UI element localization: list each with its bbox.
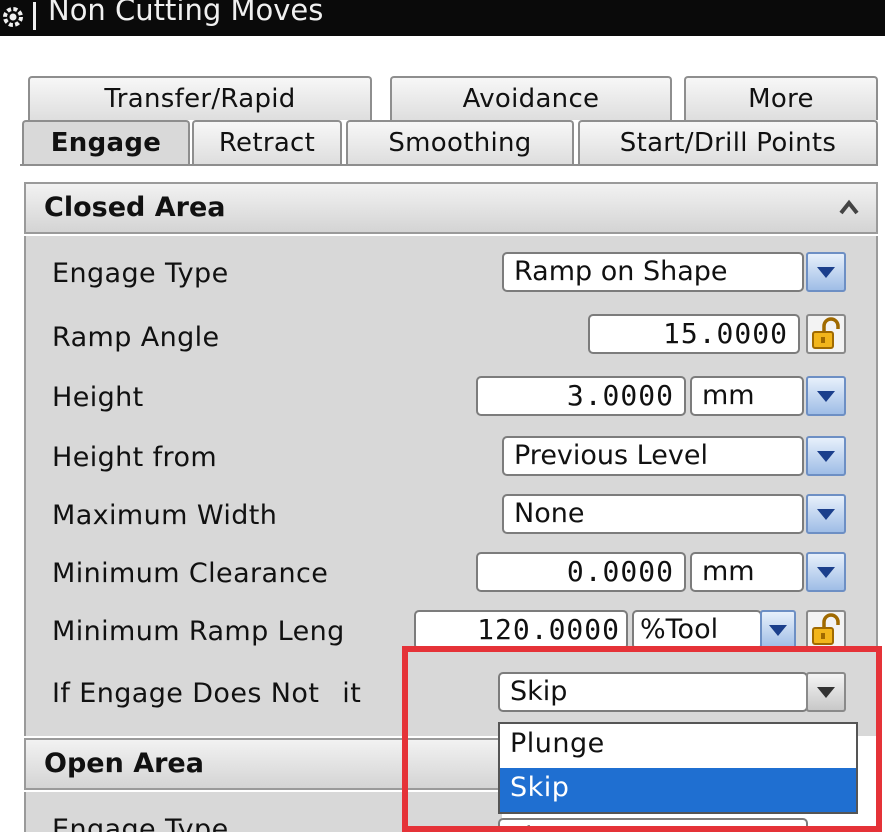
open-area-engage-type-label: Engage Type bbox=[52, 814, 229, 832]
if-engage-label-right: it bbox=[342, 678, 362, 709]
minimum-ramp-length-input[interactable]: 120.0000 bbox=[414, 610, 628, 650]
height-from-label: Height from bbox=[52, 442, 218, 473]
tab-start-drill-points[interactable]: Start/Drill Points bbox=[578, 120, 878, 164]
tab-transfer-rapid[interactable]: Transfer/Rapid bbox=[28, 76, 372, 120]
chevron-down-icon bbox=[817, 687, 835, 698]
option-plunge[interactable]: Plunge bbox=[500, 724, 856, 768]
tab-retract[interactable]: Retract bbox=[192, 120, 342, 164]
window-title-bar: Non Cutting Moves bbox=[0, 0, 885, 36]
engage-type-dropdown-button[interactable] bbox=[806, 252, 846, 292]
height-from-select[interactable]: Previous Level bbox=[502, 436, 804, 476]
ramp-angle-label: Ramp Angle bbox=[52, 322, 220, 353]
height-label: Height bbox=[52, 382, 144, 413]
if-engage-label-left: If Engage Does Not bbox=[52, 678, 329, 709]
gear-icon[interactable] bbox=[2, 6, 24, 28]
maximum-width-dropdown-button[interactable] bbox=[806, 494, 846, 534]
chevron-down-icon bbox=[769, 625, 787, 636]
closed-area-body bbox=[24, 236, 878, 736]
minimum-ramp-length-unit-dropdown-button[interactable] bbox=[760, 610, 796, 650]
tab-more[interactable]: More bbox=[684, 76, 878, 120]
closed-area-header[interactable]: Closed Area bbox=[24, 182, 878, 234]
chevron-down-icon bbox=[817, 509, 835, 520]
minimum-ramp-length-lock-button[interactable] bbox=[806, 610, 846, 650]
if-engage-does-not-fit-select[interactable]: Skip bbox=[498, 672, 808, 712]
tab-divider-line bbox=[20, 164, 878, 166]
maximum-width-label: Maximum Width bbox=[52, 500, 278, 531]
lock-icon bbox=[812, 317, 840, 349]
lock-icon bbox=[812, 613, 840, 645]
minimum-clearance-input[interactable]: 0.0000 bbox=[476, 552, 686, 592]
panel-left-margin bbox=[0, 36, 18, 832]
minimum-clearance-label: Minimum Clearance bbox=[52, 558, 329, 589]
engage-type-label: Engage Type bbox=[52, 258, 229, 289]
height-from-dropdown-button[interactable] bbox=[806, 436, 846, 476]
option-skip[interactable]: Skip bbox=[500, 768, 856, 812]
maximum-width-select[interactable]: None bbox=[502, 494, 804, 534]
if-engage-does-not-fit-dropdown-button[interactable] bbox=[806, 672, 846, 712]
ramp-angle-input[interactable]: 15.0000 bbox=[588, 314, 800, 354]
tab-avoidance[interactable]: Avoidance bbox=[390, 76, 672, 120]
panel-right-margin bbox=[878, 36, 885, 832]
minimum-ramp-length-label: Minimum Ramp Leng bbox=[52, 616, 345, 647]
window-title: Non Cutting Moves bbox=[48, 0, 324, 27]
if-engage-options-popup: Plunge Skip bbox=[498, 722, 858, 814]
tab-engage[interactable]: Engage bbox=[22, 120, 190, 166]
minimum-clearance-unit-select[interactable]: mm bbox=[690, 552, 804, 592]
height-input[interactable]: 3.0000 bbox=[476, 376, 686, 416]
tab-smoothing[interactable]: Smoothing bbox=[346, 120, 574, 164]
chevron-up-icon[interactable] bbox=[838, 198, 860, 216]
minimum-clearance-unit-dropdown-button[interactable] bbox=[806, 552, 846, 592]
chevron-down-icon bbox=[817, 451, 835, 462]
chevron-down-icon bbox=[817, 391, 835, 402]
ramp-angle-lock-button[interactable] bbox=[806, 314, 846, 354]
open-area-title: Open Area bbox=[44, 748, 204, 779]
engage-type-select[interactable]: Ramp on Shape bbox=[502, 252, 804, 292]
height-unit-dropdown-button[interactable] bbox=[806, 376, 846, 416]
open-area-header[interactable]: Open Area bbox=[24, 738, 502, 790]
open-area-engage-type-select[interactable]: Linear bbox=[498, 818, 808, 832]
if-engage-does-not-fit-label: If Engage Does Not it bbox=[52, 676, 361, 712]
chevron-down-icon bbox=[817, 267, 835, 278]
height-unit-select[interactable]: mm bbox=[690, 376, 804, 416]
chevron-down-icon bbox=[817, 567, 835, 578]
closed-area-title: Closed Area bbox=[44, 192, 226, 223]
title-separator bbox=[33, 2, 36, 30]
minimum-ramp-length-unit-select[interactable]: %Tool bbox=[632, 610, 762, 650]
